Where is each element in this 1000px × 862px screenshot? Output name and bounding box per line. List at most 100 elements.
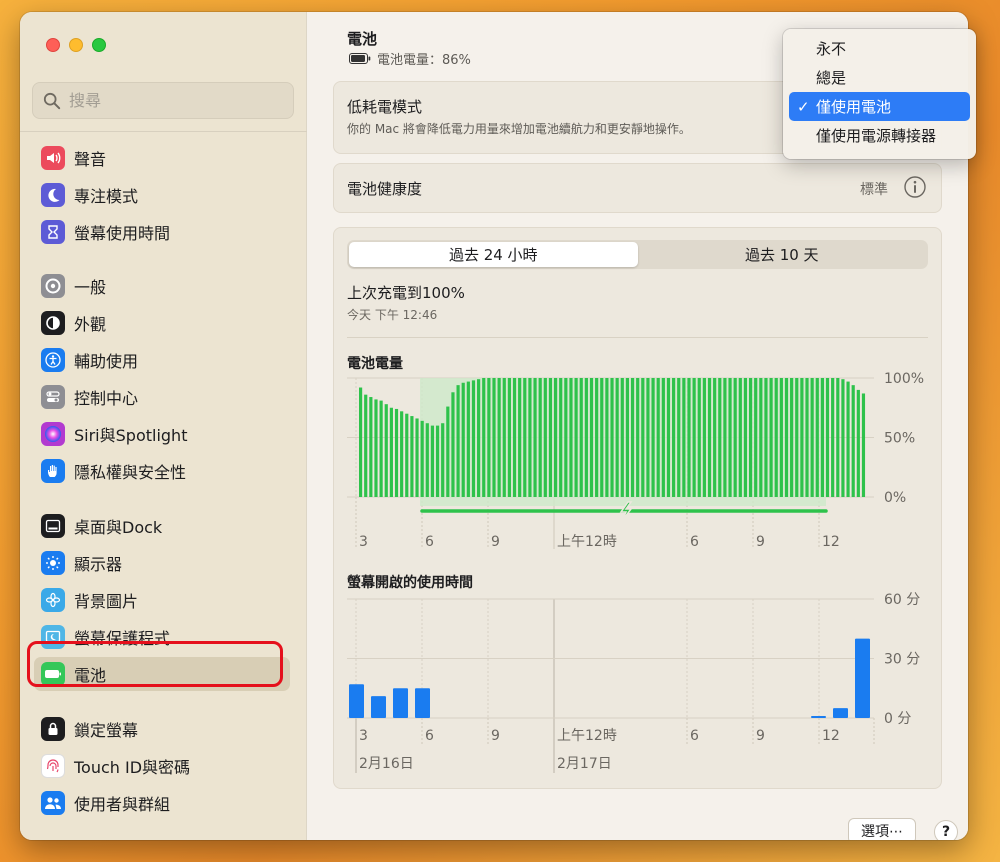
x-tick-label: 12: [822, 534, 840, 550]
sidebar-item-flower[interactable]: 背景圖片: [34, 583, 290, 617]
battery-bar: [497, 378, 501, 497]
siri-icon: [41, 422, 65, 446]
menu-item-option[interactable]: 永不: [789, 34, 970, 63]
tab-last-10-days[interactable]: 過去 10 天: [638, 242, 927, 267]
screen-on-usage-chart: 60 分 30 分 0 分 3 6 9 上午12時 6 9 12 2月16日 2月17日: [347, 592, 920, 773]
battery-bar: [754, 378, 758, 497]
battery-bar: [446, 406, 450, 497]
y-tick-label: 30 分: [884, 652, 920, 668]
sidebar-item-accessibility[interactable]: 輔助使用: [34, 343, 290, 377]
battery-bar: [605, 378, 609, 497]
zoom-window-button[interactable]: [92, 38, 106, 52]
battery-bar: [430, 425, 435, 497]
sidebar-item-siri[interactable]: Siri與Spotlight: [34, 417, 290, 451]
menu-item-label: 僅使用電池: [816, 98, 892, 116]
sidebar-item-hourglass[interactable]: 螢幕使用時間: [34, 215, 290, 249]
battery-bar: [779, 378, 783, 497]
menu-item-option[interactable]: 僅使用電源轉接器: [789, 121, 970, 150]
battery-bar: [646, 378, 650, 497]
sidebar-item-users[interactable]: 使用者與群組: [34, 786, 290, 820]
sidebar-item-fingerprint[interactable]: Touch ID與密碼: [34, 749, 290, 783]
sidebar-item-hand[interactable]: 隱私權與安全性: [34, 454, 290, 488]
x-tick-label: 9: [756, 534, 765, 550]
minimize-window-button[interactable]: [69, 38, 83, 52]
users-icon: [41, 791, 65, 815]
sidebar-item-label: 顯示器: [74, 555, 123, 574]
battery-bar: [784, 378, 789, 497]
moon-icon: [41, 183, 65, 207]
battery-bar: [687, 378, 691, 497]
battery-bar: [615, 378, 619, 497]
search-input[interactable]: [69, 91, 269, 110]
battery-level: 電池電量：86%: [349, 49, 471, 68]
sidebar-item-label: 一般: [74, 278, 107, 297]
last-charged-title: 上次充電到100%: [347, 284, 465, 302]
battery-bar: [559, 378, 563, 497]
sidebar-item-dock[interactable]: 桌面與Dock: [34, 509, 290, 543]
close-window-button[interactable]: [46, 38, 60, 52]
sun-icon: [41, 551, 65, 575]
battery-bar: [518, 378, 522, 497]
battery-bar: [810, 378, 814, 497]
battery-bar: [502, 378, 506, 497]
options-button[interactable]: 選項⋯: [848, 818, 916, 840]
sidebar-item-lock[interactable]: 鎖定螢幕: [34, 712, 290, 746]
menu-item-option[interactable]: ✓ 僅使用電池: [789, 92, 970, 121]
date-label: 2月17日: [557, 756, 612, 772]
battery-bar: [435, 425, 440, 497]
battery-bar: [790, 378, 794, 497]
battery-bar: [379, 400, 383, 497]
battery-bar: [482, 378, 486, 497]
usage-bar: [393, 688, 408, 718]
tab-last-24-hours[interactable]: 過去 24 小時: [349, 242, 638, 267]
sidebar-item-label: 聲音: [74, 150, 107, 169]
y-tick-label: 50%: [884, 431, 915, 447]
battery-bar: [672, 378, 676, 497]
search-icon: [43, 92, 61, 109]
battery-bar: [728, 378, 732, 497]
help-button[interactable]: ?: [934, 820, 958, 840]
search-field[interactable]: [32, 82, 294, 119]
battery-bar: [764, 378, 768, 497]
sidebar-item-gear[interactable]: 一般: [34, 269, 290, 303]
battery-bar: [507, 378, 511, 497]
battery-bar: [677, 378, 681, 497]
battery-bar: [543, 378, 547, 497]
low-power-title: 低耗電模式: [347, 98, 423, 116]
battery-health-label: 電池健康度: [347, 180, 423, 198]
battery-bar: [666, 378, 671, 497]
sidebar-item-moon[interactable]: 專注模式: [34, 178, 290, 212]
battery-bar: [574, 378, 578, 497]
x-tick-label: 3: [359, 534, 368, 550]
menu-item-label: 僅使用電源轉接器: [816, 127, 937, 145]
x-tick-label: 12: [822, 728, 840, 744]
battery-bar: [553, 378, 558, 497]
usage-bar: [833, 708, 848, 718]
sidebar: 聲音專注模式螢幕使用時間一般外觀輔助使用控制中心 Siri與Spotlight 隱私…: [20, 12, 307, 840]
battery-bar: [805, 378, 809, 497]
menu-item-option[interactable]: 總是: [789, 63, 970, 92]
battery-bar: [405, 413, 409, 497]
battery-bar: [800, 378, 804, 497]
battery-bar: [400, 411, 404, 497]
battery-bar: [682, 378, 686, 497]
battery-bar: [364, 394, 368, 497]
x-tick-label: 6: [425, 534, 434, 550]
battery-bar: [861, 393, 866, 497]
sidebar-item-label: Touch ID與密碼: [74, 758, 191, 777]
battery-bar: [471, 380, 476, 497]
info-icon[interactable]: [903, 175, 927, 199]
x-tick-label: 上午12時: [557, 728, 617, 744]
battery-bar: [831, 378, 835, 497]
sidebar-item-label: 螢幕使用時間: [74, 224, 171, 243]
sidebar-item-toggles[interactable]: 控制中心: [34, 380, 290, 414]
window-controls: [46, 38, 106, 52]
selection-highlight-annotation: [27, 641, 283, 687]
section-divider: [347, 337, 928, 338]
sidebar-item-sun[interactable]: 顯示器: [34, 546, 290, 580]
sidebar-item-appearance[interactable]: 外觀: [34, 306, 290, 340]
sidebar-item-speaker[interactable]: 聲音: [34, 141, 290, 175]
x-tick-label: 9: [491, 534, 500, 550]
speaker-icon: [41, 146, 65, 170]
battery-bar: [759, 378, 763, 497]
